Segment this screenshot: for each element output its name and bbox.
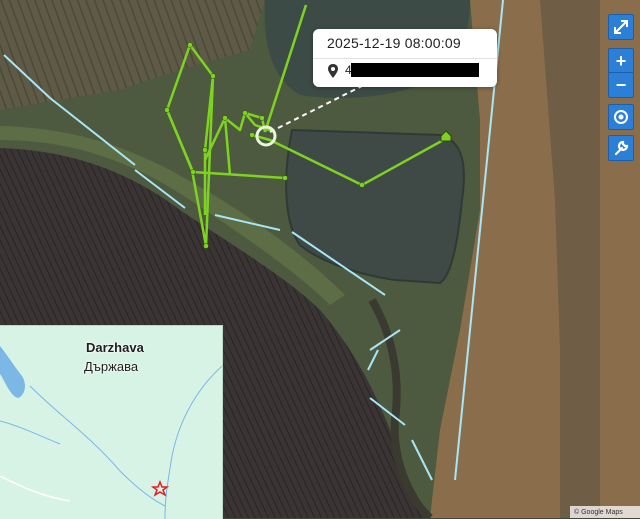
settings-button[interactable] [608, 135, 634, 161]
inset-road [0, 475, 71, 502]
zoom-in-button[interactable]: + [608, 48, 634, 74]
position-tooltip: 2025-12-19 08:00:09 4 [313, 29, 497, 87]
inset-river [0, 346, 25, 398]
fullscreen-button[interactable] [608, 14, 634, 40]
expand-icon [614, 20, 628, 34]
overview-inset-map[interactable]: Darzhava Държава [0, 325, 223, 519]
tooltip-timestamp: 2025-12-19 08:00:09 [327, 35, 461, 51]
inset-stream-3 [0, 420, 61, 445]
red-star-icon[interactable] [150, 479, 170, 497]
wrench-icon [614, 140, 629, 156]
zoom-out-button[interactable]: − [608, 72, 634, 98]
locate-button[interactable] [608, 104, 634, 130]
plus-icon: + [615, 50, 627, 71]
minus-icon: − [615, 74, 627, 95]
location-pin-icon [328, 64, 338, 78]
tooltip-divider [313, 58, 497, 59]
inset-stream-2 [164, 365, 222, 519]
inset-stream-1 [29, 385, 166, 507]
place-name-bg: Държава [84, 359, 139, 374]
target-icon [614, 110, 628, 124]
address-redaction-bar [351, 63, 479, 77]
place-name-en: Darzhava [86, 340, 144, 355]
map-attribution[interactable]: © Google Maps [570, 506, 640, 518]
